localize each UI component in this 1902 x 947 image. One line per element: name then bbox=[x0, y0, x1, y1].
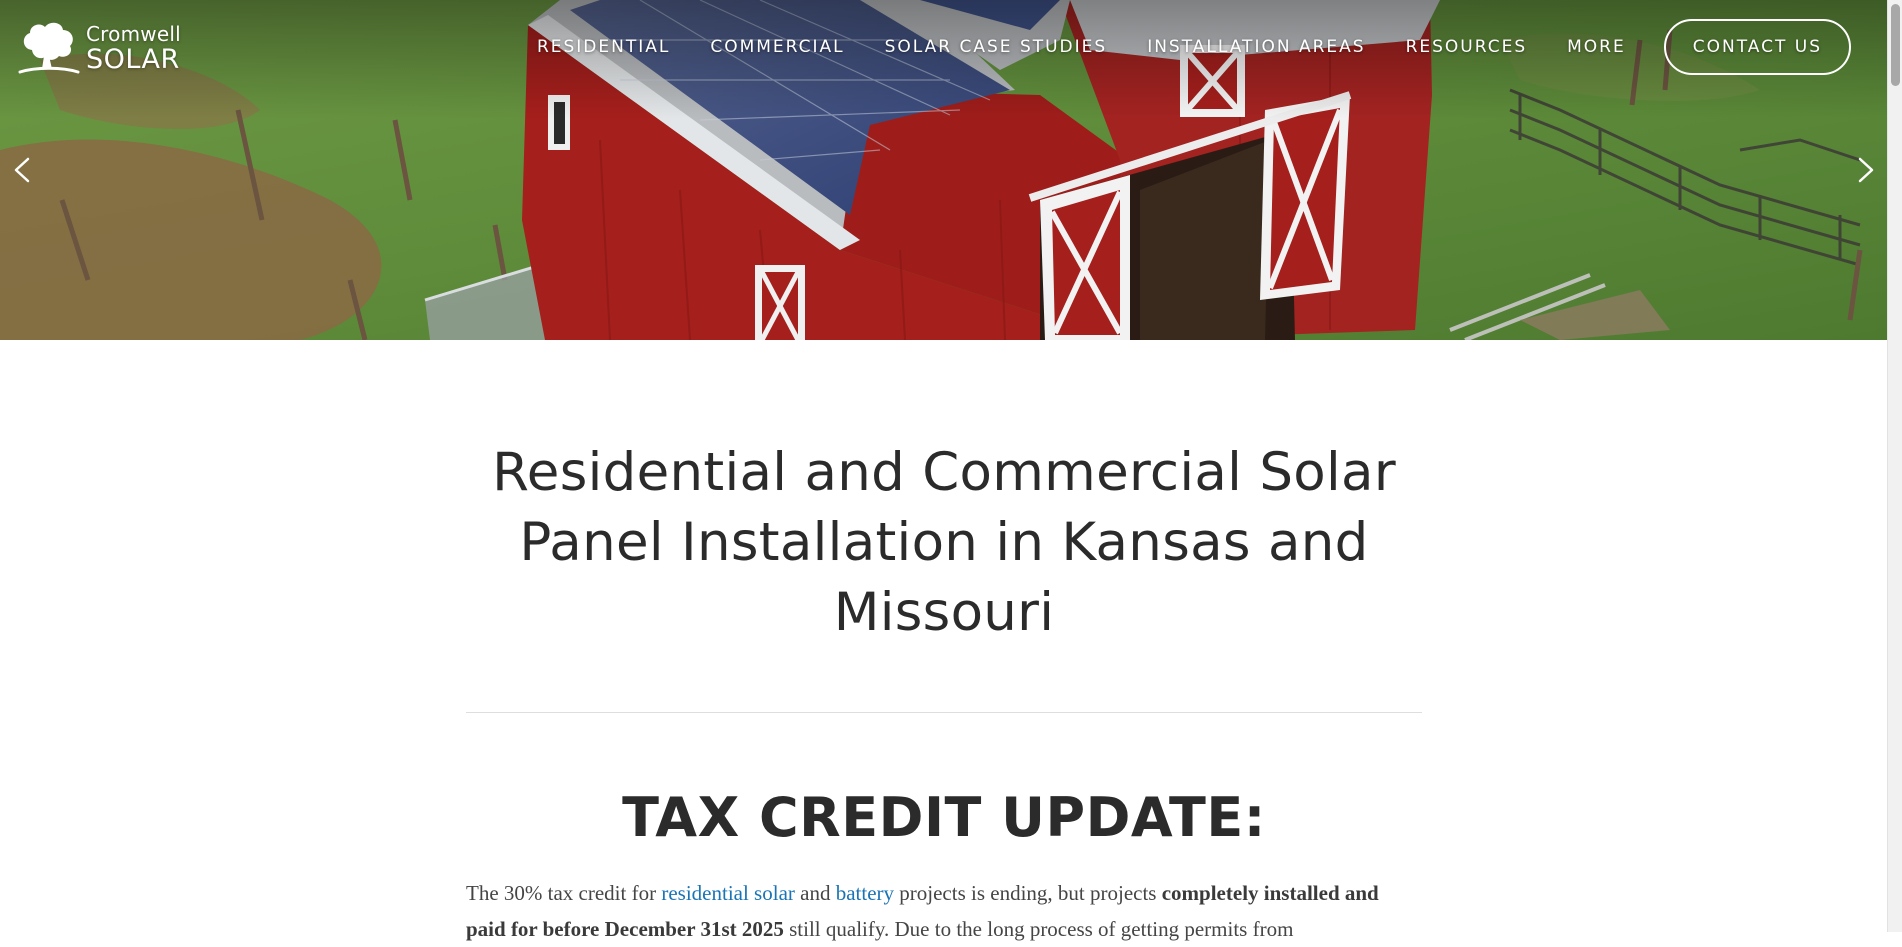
nav-installation-areas[interactable]: INSTALLATION AREAS bbox=[1147, 37, 1365, 57]
paragraph-text: and bbox=[794, 881, 836, 905]
hero-banner: Cromwell SOLAR RESIDENTIAL COMMERCIAL SO… bbox=[0, 0, 1887, 340]
nav-resources[interactable]: RESOURCES bbox=[1406, 37, 1528, 57]
cromwell-solar-logo[interactable]: Cromwell SOLAR bbox=[18, 20, 188, 76]
paragraph-text: projects is ending, but projects bbox=[894, 881, 1162, 905]
residential-solar-link[interactable]: residential solar bbox=[661, 881, 795, 905]
main-content: Residential and Commercial Solar Panel I… bbox=[466, 340, 1422, 947]
page-title: Residential and Commercial Solar Panel I… bbox=[492, 442, 1396, 643]
logo-text-cromwell: Cromwell bbox=[86, 21, 181, 46]
nav-solar-case-studies[interactable]: SOLAR CASE STUDIES bbox=[885, 37, 1108, 57]
battery-link[interactable]: battery bbox=[836, 881, 894, 905]
nav-residential[interactable]: RESIDENTIAL bbox=[537, 37, 670, 57]
tax-credit-paragraph: The 30% tax credit for residential solar… bbox=[466, 875, 1422, 947]
chevron-left-icon[interactable] bbox=[6, 153, 40, 187]
paragraph-text: still qualify. Due to the long process o… bbox=[783, 917, 1294, 941]
nav-commercial[interactable]: COMMERCIAL bbox=[710, 37, 844, 57]
logo-text-solar: SOLAR bbox=[86, 43, 180, 75]
page-scrollbar[interactable] bbox=[1887, 0, 1902, 932]
tax-credit-heading: TAX CREDIT UPDATE: bbox=[622, 786, 1266, 849]
nav-more[interactable]: MORE bbox=[1567, 37, 1626, 57]
chevron-right-icon[interactable] bbox=[1848, 153, 1882, 187]
main-nav: RESIDENTIAL COMMERCIAL SOLAR CASE STUDIE… bbox=[497, 19, 1851, 75]
content-divider bbox=[466, 712, 1422, 713]
tree-logo-icon bbox=[18, 22, 80, 74]
scrollbar-thumb[interactable] bbox=[1891, 4, 1900, 86]
paragraph-text: The 30% tax credit for bbox=[466, 881, 662, 905]
contact-us-button[interactable]: CONTACT US bbox=[1663, 19, 1851, 75]
